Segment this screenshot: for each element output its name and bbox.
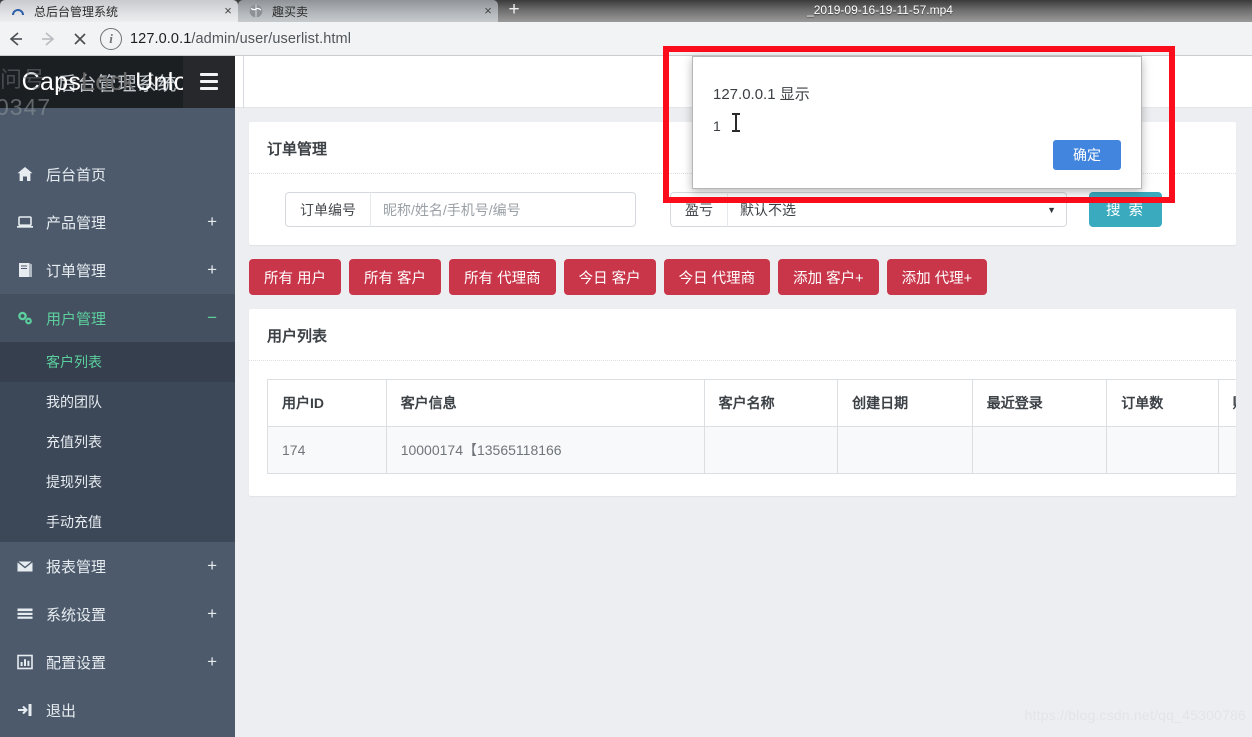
stop-icon[interactable] (64, 24, 96, 54)
back-icon[interactable] (0, 24, 32, 54)
user-list-panel: 用户列表 用户ID 客户信息 客户名称 创建日期 最近登录 订单数 174 10… (249, 309, 1236, 496)
sidebar-subitem-manual-recharge-label: 手动充值 (46, 514, 102, 530)
browser-tab-1[interactable]: 总后台管理系统 × (0, 0, 238, 22)
forward-icon (32, 24, 64, 54)
sidebar-item-products[interactable]: 产品管理 + (0, 198, 235, 246)
sidebar-item-logout-label: 退出 (46, 702, 77, 720)
page-info-icon[interactable]: i (100, 27, 122, 50)
col-customer-info: 客户信息 (385, 379, 705, 427)
sidebar-item-logout[interactable]: 退出 (0, 686, 235, 734)
sidebar-subitem-withdraw-list[interactable]: 提现列表 (0, 462, 235, 502)
search-input[interactable] (370, 192, 636, 227)
order-no-group: 订单编号 (285, 192, 636, 227)
alert-dialog-title: 127.0.0.1 显示 (713, 86, 810, 103)
user-list-body: 用户ID 客户信息 客户名称 创建日期 最近登录 订单数 账户余额(¥ (249, 361, 1236, 496)
text-cursor-icon (732, 113, 740, 132)
hamburger-icon[interactable] (183, 55, 235, 108)
cell-order-count (1106, 426, 1219, 474)
today-agents-button[interactable]: 今日 代理商 (663, 259, 771, 295)
sidebar-nav: 后台首页 产品管理 + 订单管理 + 用户管理 − 客户列表 我的团队 充值列表… (0, 108, 235, 734)
sidebar-subitem-recharge-list[interactable]: 充值列表 (0, 422, 235, 462)
cell-customer-info: 10000174【13565118166 (385, 426, 705, 474)
laptop-icon (16, 213, 46, 231)
envelope-icon (16, 557, 46, 575)
book-icon (16, 261, 46, 279)
all-agents-button[interactable]: 所有 代理商 (449, 259, 556, 295)
sidebar-item-products-expander: + (207, 212, 217, 231)
list-icon (16, 605, 46, 623)
sidebar-item-users[interactable]: 用户管理 − (0, 294, 235, 342)
cell-user-id: 174 (267, 426, 387, 474)
signout-icon (16, 701, 46, 719)
sidebar-item-system-settings-expander: + (207, 604, 217, 623)
table-header-row: 用户ID 客户信息 客户名称 创建日期 最近登录 订单数 账户余额(¥ (267, 379, 1236, 427)
action-button-row: 所有 用户 所有 客户 所有 代理商 今日 客户 今日 代理商 添加 客户+ 添… (249, 259, 1236, 295)
today-customers-button[interactable]: 今日 客户 (563, 259, 656, 295)
alert-dialog-message: 1 (713, 113, 1121, 134)
alert-ok-button[interactable]: 确定 (1053, 140, 1121, 170)
cell-balance (1217, 426, 1236, 474)
url-text: 127.0.0.1/admin/user/userlist.html (130, 31, 351, 47)
sidebar-item-home-label: 后台首页 (46, 166, 107, 184)
brand-title: 后台管理系统 (57, 73, 178, 95)
home-icon (16, 165, 46, 183)
cell-last-login (971, 426, 1108, 474)
sidebar-subitem-recharge-list-label: 充值列表 (46, 434, 102, 450)
chart-icon (16, 653, 46, 671)
col-create-date: 创建日期 (837, 379, 973, 427)
sidebar-subitem-customer-list[interactable]: 客户列表 (0, 342, 235, 382)
table-row[interactable]: 174 10000174【13565118166 (267, 426, 1236, 474)
sidebar-item-home[interactable]: 后台首页 (0, 150, 235, 198)
all-customers-button[interactable]: 所有 客户 (349, 259, 442, 295)
col-balance: 账户余额(¥ (1217, 379, 1236, 427)
url-path: /admin/user/userlist.html (191, 30, 352, 47)
sidebar-subitem-my-team[interactable]: 我的团队 (0, 382, 235, 422)
topbar-divider (243, 55, 244, 108)
sidebar-submenu-users: 客户列表 我的团队 充值列表 提现列表 手动充值 (0, 342, 235, 542)
alert-dialog-message-text: 1 (713, 118, 721, 134)
browser-tab-2[interactable]: 趣买卖 × (238, 0, 498, 22)
video-window-title: _2019-09-16-19-11-57.mp4 (807, 3, 953, 17)
user-table: 用户ID 客户信息 客户名称 创建日期 最近登录 订单数 账户余额(¥ (267, 379, 1236, 474)
sidebar-subitem-manual-recharge[interactable]: 手动充值 (0, 502, 235, 542)
sidebar-item-users-expander: − (207, 308, 217, 327)
sidebar-item-reports-expander: + (207, 556, 217, 575)
close-icon[interactable]: × (218, 0, 238, 22)
sidebar-subitem-withdraw-list-label: 提现列表 (46, 474, 102, 490)
cell-customer-name (703, 426, 839, 474)
cell-create-date (837, 426, 973, 474)
col-user-id: 用户ID (267, 379, 387, 427)
gears-icon (16, 309, 46, 327)
browser-tab-2-title: 趣买卖 (272, 4, 309, 19)
add-agent-button[interactable]: 添加 代理+ (886, 259, 988, 295)
globe-icon (248, 3, 264, 19)
user-list-title: 用户列表 (249, 309, 1236, 361)
order-no-label: 订单编号 (285, 192, 370, 227)
sidebar-item-reports[interactable]: 报表管理 + (0, 542, 235, 590)
arc-icon (10, 3, 26, 19)
col-order-count: 订单数 (1106, 379, 1219, 427)
col-last-login: 最近登录 (971, 379, 1108, 427)
all-users-button[interactable]: 所有 用户 (249, 259, 342, 295)
close-icon[interactable]: × (478, 0, 498, 22)
sidebar-subitem-customer-list-label: 客户列表 (46, 354, 102, 370)
alert-dialog: 127.0.0.1 显示 1 确定 (692, 56, 1142, 189)
sidebar-subitem-my-team-label: 我的团队 (46, 394, 102, 410)
sidebar: 后台管理系统 Caps Lock Unlock 问号 0347 后台首页 产品管… (0, 56, 235, 737)
sidebar-item-config-settings-expander: + (207, 652, 217, 671)
ghost-left-text: 问号 (0, 67, 47, 92)
sidebar-item-orders[interactable]: 订单管理 + (0, 246, 235, 294)
col-customer-name: 客户名称 (703, 379, 839, 427)
sidebar-item-config-settings[interactable]: 配置设置 + (0, 638, 235, 686)
url-host: 127.0.0.1 (130, 30, 192, 47)
new-tab-button[interactable]: + (496, 0, 532, 22)
add-customer-button[interactable]: 添加 客户+ (778, 259, 879, 295)
browser-tab-strip: 总后台管理系统 × 趣买卖 × + _2019-09-16-19-11-57.m… (0, 0, 1252, 22)
browser-tab-1-title: 总后台管理系统 (34, 4, 119, 19)
sidebar-item-system-settings[interactable]: 系统设置 + (0, 590, 235, 638)
sidebar-item-orders-expander: + (207, 260, 217, 279)
